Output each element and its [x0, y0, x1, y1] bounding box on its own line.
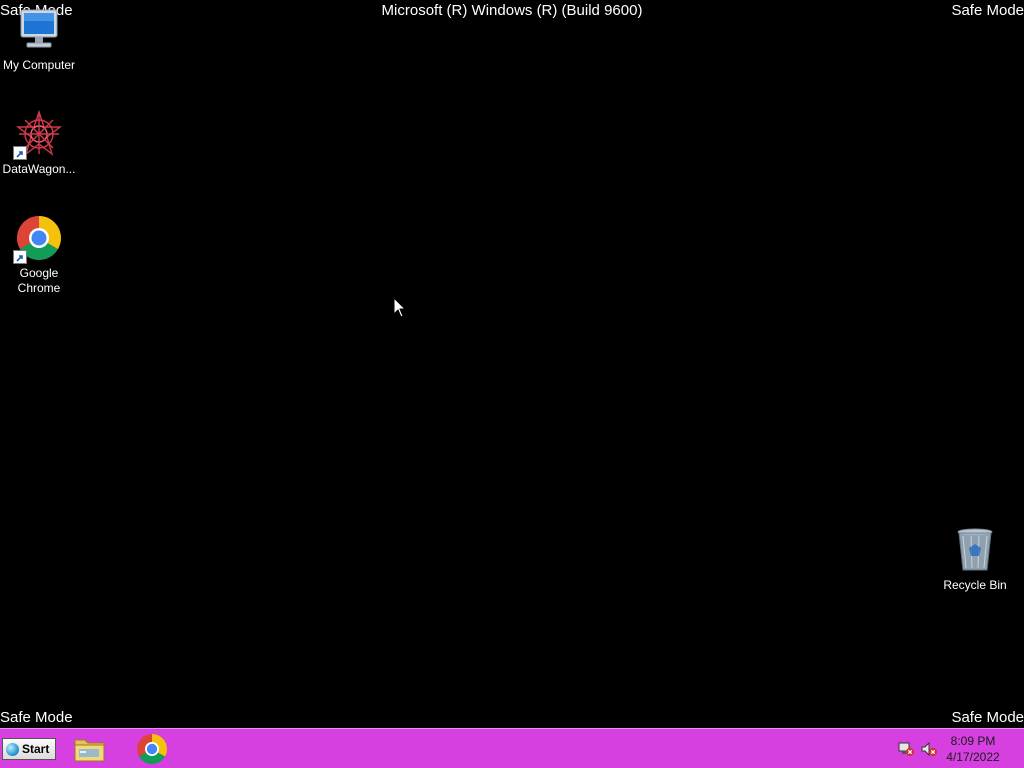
- safe-mode-label-bottom-left: Safe Mode: [0, 709, 73, 726]
- recycle-bin-icon: [951, 526, 999, 574]
- desktop-icon-datawagon[interactable]: DataWagon...: [0, 109, 78, 177]
- mouse-cursor-icon: [393, 296, 407, 319]
- shortcut-arrow-icon: [13, 146, 27, 160]
- desktop-icon-my-computer[interactable]: My Computer: [0, 6, 78, 73]
- chrome-icon: [137, 734, 168, 765]
- folder-icon: [74, 739, 105, 762]
- start-button[interactable]: Start: [2, 738, 56, 760]
- desktop-icon-label: Google Chrome: [17, 266, 61, 295]
- clock-date: 4/17/2022: [946, 750, 1000, 764]
- chrome-icon: [13, 214, 63, 264]
- desktop-icon-label: DataWagon...: [2, 162, 76, 176]
- volume-muted-icon[interactable]: [921, 741, 937, 757]
- taskbar: Start 8:09 PM 4/17/2022: [0, 728, 1024, 768]
- windows-build-banner: Microsoft (R) Windows (R) (Build 9600): [381, 2, 643, 19]
- desktop-icon-label: Recycle Bin: [943, 578, 1007, 592]
- safe-mode-label-top-right: Safe Mode: [951, 2, 1024, 19]
- desktop-icon-recycle-bin[interactable]: Recycle Bin: [936, 526, 1014, 593]
- desktop-icon-label: My Computer: [2, 58, 76, 72]
- shortcut-arrow-icon: [13, 250, 27, 264]
- safe-mode-label-bottom-right: Safe Mode: [951, 709, 1024, 726]
- taskbar-google-chrome[interactable]: [135, 733, 169, 765]
- start-button-label: Start: [22, 742, 50, 756]
- clock-time: 8:09 PM: [950, 734, 996, 748]
- network-error-icon[interactable]: [898, 741, 914, 757]
- desktop[interactable]: Safe Mode Microsoft (R) Windows (R) (Bui…: [0, 0, 1024, 768]
- datawagon-icon: [13, 109, 63, 160]
- windows-orb-icon: [6, 742, 19, 756]
- taskbar-file-explorer[interactable]: [73, 733, 107, 765]
- desktop-icon-google-chrome[interactable]: Google Chrome: [0, 214, 78, 296]
- system-clock[interactable]: 8:09 PM 4/17/2022: [938, 733, 1008, 765]
- computer-icon: [15, 6, 63, 54]
